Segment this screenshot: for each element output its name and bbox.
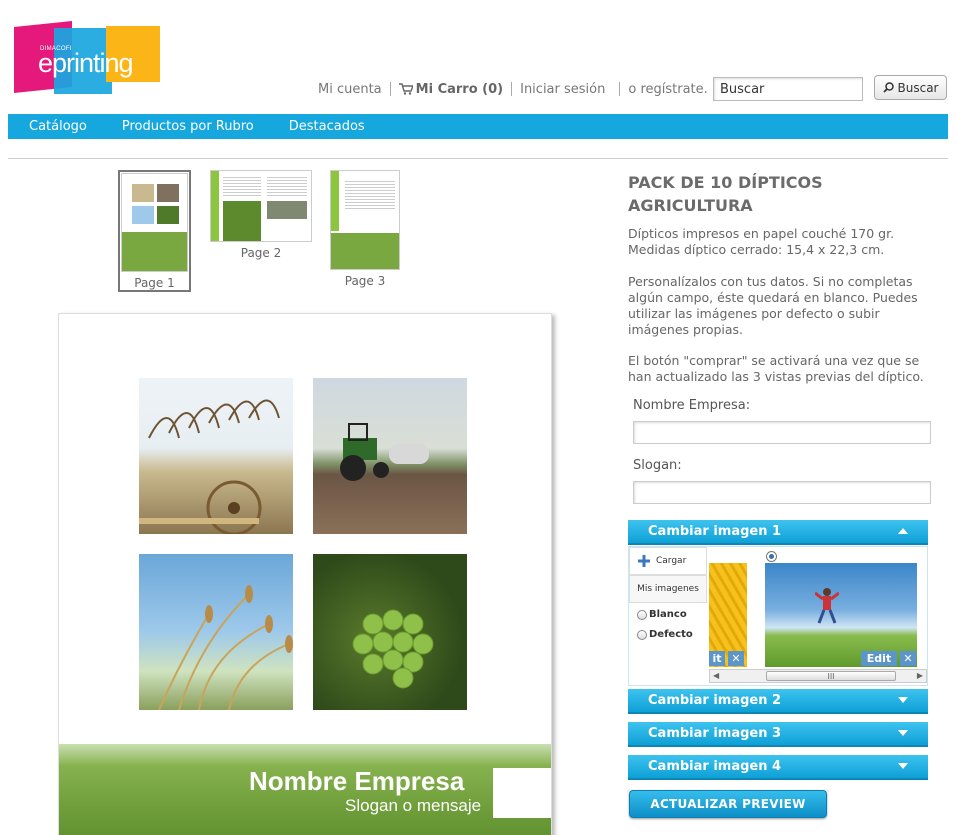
accordion-change-image-1[interactable]: Cambiar imagen 1 — [628, 520, 928, 545]
default-option-label: Defecto — [649, 629, 693, 640]
page-thumbnail-3[interactable]: Page 3 — [330, 170, 400, 288]
register-link[interactable]: o regístrate. — [628, 82, 707, 97]
cart-icon — [398, 83, 413, 95]
accordion-title: Cambiar imagen 3 — [648, 726, 782, 741]
wheat-grass-photo — [139, 554, 293, 710]
image-select-radio[interactable] — [766, 551, 777, 562]
edit-button[interactable]: Edit — [861, 651, 897, 666]
nav-featured[interactable]: Destacados — [289, 119, 365, 134]
scroll-right-icon[interactable]: ▶ — [917, 670, 923, 682]
wheat-illustration — [158, 585, 293, 710]
logo-placeholder — [493, 768, 551, 818]
cart-link[interactable]: Mi Carro (0) — [398, 81, 504, 97]
chevron-up-icon — [898, 528, 908, 534]
default-option[interactable]: Defecto — [637, 629, 693, 640]
product-description-buy-note: El botón "comprar" se activará una vez q… — [628, 353, 924, 384]
grapes-illustration — [352, 609, 434, 689]
jumper-figure — [815, 588, 839, 624]
thumbnail-caption: Page 1 — [134, 276, 175, 290]
upload-tab[interactable]: Cargar — [629, 547, 707, 575]
thumbnail-image — [330, 170, 400, 270]
image-chooser-panel: Cargar Mis imagenes Blanco Defecto it ✕ … — [628, 546, 928, 686]
thumbnail-image — [210, 170, 312, 242]
top-navigation: Mi cuenta Mi Carro (0) Iniciar sesión o … — [318, 80, 708, 98]
tractor-photo — [313, 378, 467, 534]
grapes-photo — [313, 554, 467, 710]
search-button-label: Buscar — [897, 80, 939, 95]
product-title: PACK DE 10 DÍPTICOS AGRICULTURA — [628, 173, 823, 215]
delete-button[interactable]: ✕ — [728, 651, 744, 666]
company-name-input[interactable] — [633, 421, 931, 444]
blank-option-label: Blanco — [649, 609, 687, 620]
divider — [389, 82, 391, 96]
radio-button[interactable] — [637, 609, 647, 620]
thumbnail-caption: Page 3 — [344, 274, 386, 288]
preview-company-name: Nombre Empresa — [249, 766, 465, 796]
slogan-label: Slogan: — [633, 458, 682, 473]
radio-button[interactable] — [637, 629, 647, 640]
blank-option[interactable]: Blanco — [637, 609, 687, 620]
login-link[interactable]: Iniciar sesión — [520, 82, 605, 97]
search-input[interactable] — [713, 77, 863, 101]
plus-icon — [638, 555, 650, 567]
horizontal-scrollbar[interactable]: ◀ III ▶ — [709, 669, 927, 683]
accordion-title: Cambiar imagen 2 — [648, 693, 782, 708]
hay-rake-illustration — [139, 399, 280, 534]
page-thumbnail-2[interactable]: Page 2 — [210, 170, 312, 260]
upload-tab-label: Cargar — [656, 556, 687, 566]
company-name-label: Nombre Empresa: — [633, 398, 751, 413]
scrollbar-thumb[interactable]: III — [766, 671, 896, 681]
chevron-down-icon — [898, 763, 908, 769]
delete-button[interactable]: ✕ — [900, 651, 916, 666]
preview-slogan: Slogan o mensaje — [345, 796, 482, 815]
eprinting-logo[interactable]: DIMACOFI eprinting — [14, 20, 162, 94]
thumbnail-image — [121, 173, 188, 272]
hay-rake-photo — [139, 378, 293, 534]
edit-button[interactable]: it — [709, 651, 725, 666]
thumbnail-caption: Page 2 — [240, 246, 282, 260]
scroll-left-icon[interactable]: ◀ — [713, 670, 719, 682]
product-description-specs: Dípticos impresos en papel couché 170 gr… — [628, 226, 895, 257]
accordion-change-image-3[interactable]: Cambiar imagen 3 — [628, 722, 928, 747]
tractor-illustration — [340, 423, 429, 481]
diptych-preview: Nombre Empresa Slogan o mensaje — [58, 313, 552, 835]
page-thumbnail-1[interactable]: Page 1 — [118, 170, 191, 292]
image-gallery: it ✕ Edit ✕ ◀ III ▶ — [709, 547, 927, 685]
accordion-change-image-2[interactable]: Cambiar imagen 2 — [628, 689, 928, 714]
divider — [619, 82, 621, 96]
chevron-down-icon — [898, 730, 908, 736]
my-images-tab[interactable]: Mis imagenes — [629, 575, 707, 603]
cart-label: Mi Carro (0) — [415, 81, 504, 97]
accordion-change-image-4[interactable]: Cambiar imagen 4 — [628, 755, 928, 780]
main-navigation-bar: Catálogo Productos por Rubro Destacados — [8, 114, 948, 139]
nav-products-by-category[interactable]: Productos por Rubro — [122, 119, 254, 134]
my-account-link[interactable]: Mi cuenta — [318, 82, 382, 97]
accordion-title: Cambiar imagen 4 — [648, 759, 782, 774]
divider — [511, 82, 513, 96]
slogan-input[interactable] — [633, 481, 931, 504]
nav-catalog[interactable]: Catálogo — [29, 119, 87, 134]
update-preview-button[interactable]: ACTUALIZAR PREVIEW — [629, 790, 827, 818]
logo-text: eprinting — [38, 48, 134, 78]
product-description-personalize: Personalízalos con tus datos. Si no comp… — [628, 274, 918, 337]
search-button[interactable]: Buscar — [874, 75, 947, 100]
accordion-title: Cambiar imagen 1 — [648, 524, 782, 539]
search-icon — [882, 82, 894, 93]
divider — [8, 158, 948, 159]
chevron-down-icon — [898, 697, 908, 703]
